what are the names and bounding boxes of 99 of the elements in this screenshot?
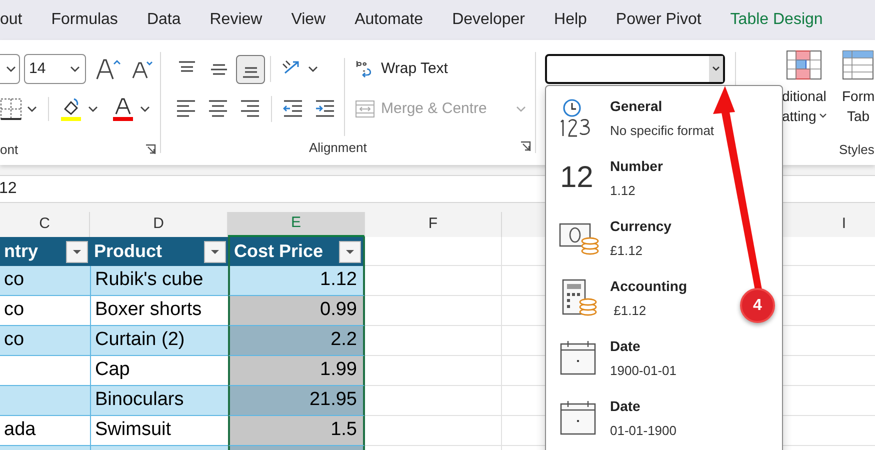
merge-cells-icon <box>355 99 375 119</box>
menu-item[interactable]: Date 01-01-1900 <box>546 388 736 448</box>
group-label: Alignment <box>309 139 367 158</box>
menu-item-title: General <box>610 96 664 116</box>
chevron-icon <box>307 64 319 74</box>
table-cell[interactable]: 0.99 <box>228 296 365 326</box>
menu-item-example: No specific format <box>610 122 714 140</box>
table-cell[interactable]: Binoculars <box>90 386 228 416</box>
menu-item[interactable]: Date 1900-01-01 <box>546 328 736 388</box>
borders-icon <box>0 98 22 120</box>
table-cell[interactable]: 1.12 <box>228 266 365 296</box>
caret-icon <box>73 250 81 254</box>
menu-item-title: Date <box>610 396 642 416</box>
table-cell[interactable]: Boxer shorts <box>90 296 228 326</box>
decrease-font-size-icon <box>131 59 153 79</box>
ribbon-tab[interactable]: Table Design <box>730 8 823 32</box>
ribbon-tab[interactable]: Power Pivot <box>616 8 702 32</box>
column-header[interactable]: F <box>428 213 438 236</box>
group-label: Styles <box>839 140 875 159</box>
ribbon-tab[interactable]: Formulas <box>51 8 118 32</box>
chevron-icon <box>711 65 721 73</box>
table-cell[interactable]: co <box>0 326 90 356</box>
table-cell[interactable] <box>0 386 90 416</box>
dialog-launcher-icon <box>145 144 156 155</box>
align-top-icon <box>178 60 196 72</box>
column-header[interactable]: I <box>842 213 846 236</box>
conditional-formatting-icon <box>786 50 822 80</box>
chevron-icon <box>139 104 151 114</box>
align-left-icon <box>175 98 197 120</box>
menu-item-title: Currency <box>610 216 672 236</box>
chevron-icon <box>514 104 527 114</box>
column-header[interactable]: C <box>39 213 50 236</box>
number-format-dropdown[interactable] <box>545 54 725 84</box>
filter-dropdown-button[interactable] <box>204 240 226 262</box>
ribbon-tab[interactable]: Review <box>210 8 262 32</box>
menu-item-title: Accounting <box>610 276 687 296</box>
menu-item-example: £1.12 <box>612 302 648 320</box>
dialog-launcher-icon <box>520 141 531 152</box>
increase-font-size-icon <box>95 57 121 81</box>
table-header-cell-text: Product <box>94 240 162 263</box>
table-cell[interactable]: co <box>0 296 90 326</box>
chevron-icon <box>69 64 81 74</box>
font-size-dropdown[interactable]: 14 <box>24 54 86 84</box>
caret-icon <box>346 250 354 254</box>
fill-color-icon <box>59 96 83 122</box>
filter-dropdown-button[interactable] <box>66 240 88 262</box>
ribbon-tab[interactable]: Developer <box>452 8 526 32</box>
chevron-icon <box>818 112 828 120</box>
font-color-icon <box>111 96 135 122</box>
align-middle-icon <box>210 64 228 74</box>
table-cell[interactable]: 1.99 <box>228 356 365 386</box>
chevron-icon <box>26 104 38 114</box>
table-cell[interactable]: Cap <box>90 356 228 386</box>
table-cell[interactable]: Rubik's cube <box>90 266 228 296</box>
table-cell[interactable]: 2.2 <box>228 326 365 356</box>
conditional-formatting-button[interactable]: ditional atting <box>782 86 828 126</box>
format-as-table-button[interactable]: Form Tab <box>842 86 875 126</box>
menu-item-title: Number <box>610 156 663 176</box>
group-label: ont <box>0 140 18 158</box>
menu-item[interactable]: General No specific format <box>546 88 736 148</box>
ribbon-tab[interactable]: Data <box>146 8 181 32</box>
formula-bar-text: 12 <box>0 179 17 199</box>
align-center-icon <box>207 98 229 120</box>
number-icon: 12 <box>558 163 602 193</box>
ribbon-tab[interactable]: Automate <box>354 8 424 32</box>
table-cell[interactable] <box>0 356 90 386</box>
filter-dropdown-button[interactable] <box>339 240 361 262</box>
menu-item[interactable]: Accounting £1.12 <box>546 268 736 328</box>
increase-indent-icon <box>314 98 336 120</box>
wrap-text-button[interactable]: Wrap Text <box>355 54 527 84</box>
merge-centre-button: Merge & Centre <box>355 94 527 124</box>
ribbon-tab[interactable]: out <box>0 8 22 32</box>
table-cell[interactable]: 21.95 <box>228 386 365 416</box>
table-header-cell-text: Cost Price <box>234 240 324 263</box>
bottom-align-button[interactable] <box>236 54 265 84</box>
table-header-cell-text: ntry <box>4 240 38 263</box>
align-bottom-icon <box>242 66 260 78</box>
table-cell[interactable]: co <box>0 266 90 296</box>
menu-item-example: 1.12 <box>610 182 636 200</box>
menu-item-example: £1.12 <box>610 242 644 260</box>
menu-item-example: 1900-01-01 <box>610 362 676 380</box>
align-right-icon <box>239 98 261 120</box>
table-cell[interactable]: 1.5 <box>228 416 365 446</box>
decrease-indent-icon <box>282 98 304 120</box>
chevron-icon <box>87 104 99 114</box>
caret-icon <box>211 250 219 254</box>
table-cell[interactable]: ada <box>0 416 90 446</box>
menu-item-title: Date <box>610 336 642 356</box>
font-name-dropdown[interactable] <box>0 54 20 84</box>
column-header[interactable]: E <box>290 212 301 235</box>
ribbon-tab[interactable]: Help <box>554 8 587 32</box>
menu-item-example: 01-01-1900 <box>610 422 676 440</box>
table-cell[interactable]: Curtain (2) <box>90 326 228 356</box>
chevron-icon <box>5 64 17 74</box>
column-header[interactable]: D <box>153 213 164 236</box>
menu-item[interactable]: 12 Number 1.12 <box>546 148 736 208</box>
table-cell[interactable]: Swimsuit <box>90 416 228 446</box>
menu-item[interactable]: Currency £1.12 <box>546 208 736 268</box>
ribbon-tab[interactable]: View <box>291 8 326 32</box>
